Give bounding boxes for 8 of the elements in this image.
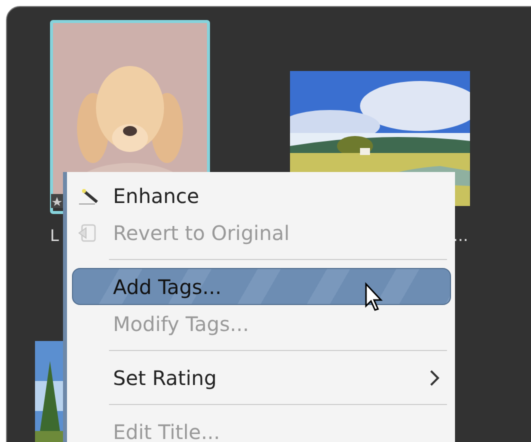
wand-icon: [77, 186, 99, 206]
revert-icon: [77, 223, 99, 243]
menu-item[interactable]: Add Tags...: [72, 268, 451, 305]
menu-item[interactable]: Set Rating: [72, 359, 451, 396]
chevron-right-icon: [428, 369, 440, 387]
star-icon: [51, 194, 63, 208]
photo-caption: L: [50, 226, 59, 245]
menu-item[interactable]: Enhance: [72, 177, 451, 214]
